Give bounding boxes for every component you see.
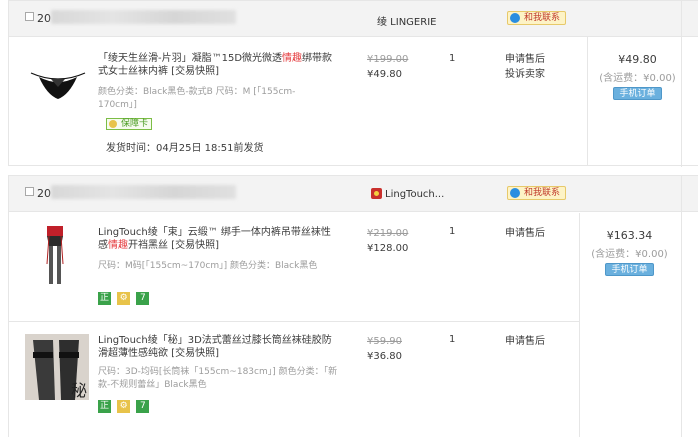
product-sku: 颜色分类：Black黑色-款式B 尺码：M [「155cm-170cm」] [98, 87, 296, 110]
order-number: 20 [37, 12, 51, 25]
order-card: 20 绫 LINGERIE 和我联系 「绫天生丝滑-片羽」凝脂™15D微光微透情… [8, 0, 698, 167]
product-image-stockings [46, 226, 64, 284]
product-title[interactable]: 「绫天生丝滑-片羽」凝脂™15D微光微透情趣绑带款式女士丝袜内裤 [交易快照] [98, 52, 338, 78]
order-header: 20 LingTouch... 和我联系 [9, 176, 698, 212]
product-title-text: 「绫天生丝滑-片羽」凝脂™15D微光微透 [98, 53, 283, 64]
order-card: 20 LingTouch... 和我联系 LingTouch绫「束」云缎™ 绑手… [8, 175, 698, 437]
ship-time: 发货时间：04月25日 18:51前发货 [106, 143, 264, 154]
shop-name-text: LingTouch... [385, 189, 445, 200]
service-links: 申请售后 [505, 334, 545, 349]
product-thumbnail[interactable] [29, 65, 86, 120]
apply-after-sales-link[interactable]: 申请售后 [505, 52, 545, 67]
order-number: 20 [37, 187, 51, 200]
service-badges: 正 ⚙ 7 [98, 292, 152, 305]
quantity: 1 [449, 53, 456, 64]
guarantee-badge-icon[interactable]: ⚙ [117, 400, 131, 413]
product-title[interactable]: LingTouch绫「束」云缎™ 绑手一体内裤吊带丝袜性感情趣开裆黑丝 [交易快… [98, 226, 338, 252]
shipping-fee: (含运费：¥0.00) [599, 73, 676, 84]
product-title-suffix: 开裆黑丝 [交易快照] [128, 240, 219, 251]
order-number-redacted [51, 10, 236, 24]
price-block: ¥219.00 ¥128.00 [367, 226, 408, 256]
order-item: 「绫天生丝滑-片羽」凝脂™15D微光微透情趣绑带款式女士丝袜内裤 [交易快照] … [9, 37, 698, 165]
order-total-cell: ¥163.34 (含运费：¥0.00) 手机订单 [579, 213, 679, 437]
seven-day-return-badge-icon[interactable]: 7 [136, 400, 150, 413]
service-links: 申请售后 [505, 226, 545, 241]
product-image-panty [30, 72, 86, 99]
quantity: 1 [449, 334, 456, 345]
product-title-highlight: 情趣 [108, 240, 128, 251]
order-checkbox[interactable] [25, 12, 34, 21]
product-image-text: 秘 [71, 381, 87, 400]
quantity: 1 [449, 226, 456, 237]
price-block: ¥59.90 ¥36.80 [367, 334, 402, 364]
order-total-cell: ¥49.80 (含运费：¥0.00) 手机订单 [587, 37, 687, 165]
original-price: ¥59.90 [367, 336, 402, 347]
apply-after-sales-link[interactable]: 申请售后 [505, 226, 545, 241]
product-title-suffix: 纯欲 [交易快照] [148, 348, 219, 359]
product-title[interactable]: LingTouch绫「秘」3D法式蕾丝过膝长筒丝袜硅胶防滑超薄性感纯欲 [交易快… [98, 334, 338, 360]
current-price: ¥49.80 [367, 69, 402, 80]
order-header: 20 绫 LINGERIE 和我联系 [9, 1, 698, 37]
mobile-order-button[interactable]: 手机订单 [613, 87, 662, 100]
mobile-order-button[interactable]: 手机订单 [605, 263, 654, 276]
order-item: LingTouch绫「束」云缎™ 绑手一体内裤吊带丝袜性感情趣开裆黑丝 [交易快… [9, 212, 579, 322]
complain-seller-link[interactable]: 投诉卖家 [505, 67, 545, 82]
original-price: ¥199.00 [367, 54, 409, 65]
tmall-shop-icon [371, 188, 382, 199]
product-sku: 尺码：3D-均码[长筒袜「155cm~183cm」] 颜色分类：「新款-不规则蕾… [98, 367, 338, 390]
seven-day-return-badge-icon[interactable]: 7 [136, 292, 150, 305]
guarantee-badge-icon[interactable]: ⚙ [117, 292, 131, 305]
service-badges: 正 ⚙ 7 [98, 400, 152, 413]
genuine-badge-icon[interactable]: 正 [98, 400, 111, 413]
original-price: ¥219.00 [367, 228, 409, 239]
shipping-fee: (含运费：¥0.00) [591, 249, 668, 260]
order-total: ¥49.80 [618, 53, 657, 66]
column-divider [681, 176, 682, 437]
current-price: ¥128.00 [367, 243, 409, 254]
apply-after-sales-link[interactable]: 申请售后 [505, 334, 545, 349]
price-block: ¥199.00 ¥49.80 [367, 52, 408, 82]
shop-name[interactable]: 绫 LINGERIE [377, 13, 436, 28]
product-thumbnail[interactable]: 秘 [25, 334, 89, 400]
column-divider [681, 1, 682, 167]
genuine-badge-icon[interactable]: 正 [98, 292, 111, 305]
product-thumbnail[interactable] [35, 224, 90, 284]
current-price: ¥36.80 [367, 351, 402, 362]
order-item: 秘 LingTouch绫「秘」3D法式蕾丝过膝长筒丝袜硅胶防滑超薄性感纯欲 [交… [9, 322, 579, 436]
order-number-redacted [51, 185, 236, 199]
shop-name[interactable]: LingTouch... [371, 188, 444, 200]
contact-seller-button[interactable]: 和我联系 [507, 11, 567, 25]
guarantee-card-badge[interactable]: 保障卡 [106, 118, 153, 130]
order-total: ¥163.34 [606, 229, 653, 242]
product-sku: 尺码：M码[「155cm~170cm」] 颜色分类：Black黑色 [98, 261, 318, 271]
contact-seller-button[interactable]: 和我联系 [507, 186, 567, 200]
product-image-lace-stockings: 秘 [25, 334, 89, 400]
order-checkbox[interactable] [25, 187, 34, 196]
product-title-highlight: 情趣 [282, 53, 303, 64]
service-links: 申请售后 投诉卖家 [505, 52, 545, 82]
